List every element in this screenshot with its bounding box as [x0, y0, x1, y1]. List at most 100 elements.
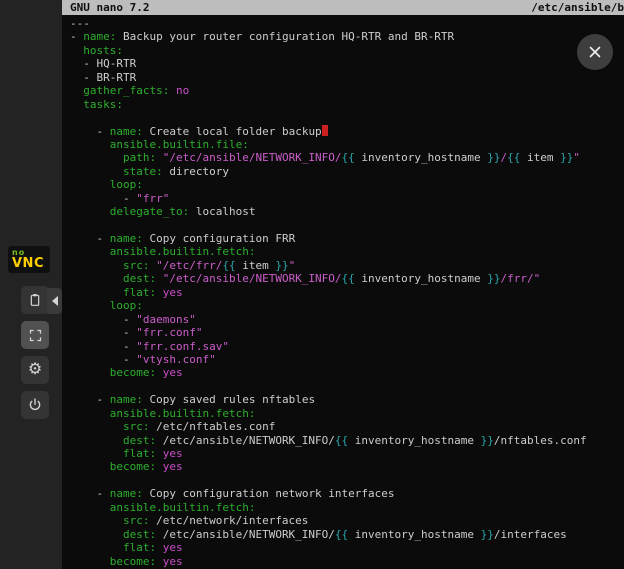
- editor-line[interactable]: - "frr.conf": [70, 326, 624, 339]
- code-token: [70, 501, 110, 514]
- editor-line[interactable]: - name: Create local folder backup: [70, 125, 624, 138]
- editor-line[interactable]: [70, 474, 624, 487]
- vnc-session: no VNC ⚙: [0, 0, 624, 569]
- code-token: -: [70, 487, 110, 500]
- code-token: [70, 528, 123, 541]
- settings-button[interactable]: ⚙: [21, 356, 49, 384]
- editor-line[interactable]: ansible.builtin.file:: [70, 138, 624, 151]
- editor-line[interactable]: src: /etc/network/interfaces: [70, 514, 624, 527]
- code-token: ---: [70, 17, 90, 30]
- editor-line[interactable]: - BR-RTR: [70, 71, 624, 84]
- code-token: }}: [487, 151, 500, 164]
- editor-line[interactable]: become: yes: [70, 555, 624, 568]
- code-token: [70, 286, 123, 299]
- code-token: [70, 259, 123, 272]
- editor-line[interactable]: ansible.builtin.fetch:: [70, 501, 624, 514]
- code-token: {{: [335, 528, 348, 541]
- editor-line[interactable]: [70, 111, 624, 124]
- clipboard-button[interactable]: [21, 286, 49, 314]
- code-token: /interfaces: [494, 528, 567, 541]
- editor-line[interactable]: - name: Copy configuration network inter…: [70, 487, 624, 500]
- code-token: {{: [342, 272, 355, 285]
- editor-line[interactable]: - name: Copy configuration FRR: [70, 232, 624, 245]
- code-token: yes: [163, 447, 183, 460]
- code-token: name:: [110, 393, 143, 406]
- power-button[interactable]: [21, 391, 49, 419]
- code-token: {{: [335, 434, 348, 447]
- editor-line[interactable]: flat: yes: [70, 286, 624, 299]
- code-token: "/etc/ansible/NETWORK_INFO/: [163, 151, 342, 164]
- clipboard-icon: [27, 292, 43, 308]
- editor-line[interactable]: - name: Copy saved rules nftables: [70, 393, 624, 406]
- code-token: [156, 366, 163, 379]
- code-token: ": [573, 151, 580, 164]
- code-token: name:: [83, 30, 116, 43]
- editor-line[interactable]: - "frr.conf.sav": [70, 340, 624, 353]
- nano-filename: /etc/ansible/b: [531, 0, 624, 15]
- close-button[interactable]: [577, 34, 613, 70]
- code-token: yes: [163, 541, 183, 554]
- editor-line[interactable]: - "daemons": [70, 313, 624, 326]
- editor-line[interactable]: ansible.builtin.fetch:: [70, 407, 624, 420]
- code-token: gather_facts:: [83, 84, 169, 97]
- editor-line[interactable]: become: yes: [70, 460, 624, 473]
- code-token: tasks:: [83, 98, 123, 111]
- editor-line[interactable]: dest: /etc/ansible/NETWORK_INFO/{{ inven…: [70, 528, 624, 541]
- code-token: [70, 272, 123, 285]
- editor-line[interactable]: gather_facts: no: [70, 84, 624, 97]
- code-token: [70, 84, 83, 97]
- editor-line[interactable]: - "frr": [70, 192, 624, 205]
- code-token: [156, 555, 163, 568]
- code-token: [156, 286, 163, 299]
- editor-line[interactable]: [70, 219, 624, 232]
- code-token: loop:: [110, 178, 143, 191]
- code-token: [70, 447, 123, 460]
- editor-line[interactable]: path: "/etc/ansible/NETWORK_INFO/{{ inve…: [70, 151, 624, 164]
- code-token: [156, 541, 163, 554]
- code-token: [70, 460, 110, 473]
- editor-line[interactable]: - HQ-RTR: [70, 57, 624, 70]
- code-token: ansible.builtin.fetch:: [110, 245, 256, 258]
- code-token: delegate_to:: [110, 205, 189, 218]
- code-token: become:: [110, 555, 156, 568]
- logo-text-vnc: VNC: [12, 257, 46, 270]
- editor-line[interactable]: - "vtysh.conf": [70, 353, 624, 366]
- editor-line[interactable]: delegate_to: localhost: [70, 205, 624, 218]
- editor-line[interactable]: dest: "/etc/ansible/NETWORK_INFO/{{ inve…: [70, 272, 624, 285]
- control-bar-handle[interactable]: [47, 288, 62, 314]
- editor-line[interactable]: - name: Backup your router configuration…: [70, 30, 624, 43]
- editor-line[interactable]: become: yes: [70, 366, 624, 379]
- code-token: path:: [123, 151, 156, 164]
- code-token: [70, 366, 110, 379]
- editor-line[interactable]: src: /etc/nftables.conf: [70, 420, 624, 433]
- editor-line[interactable]: loop:: [70, 178, 624, 191]
- code-token: "daemons": [136, 313, 196, 326]
- editor-line[interactable]: [70, 380, 624, 393]
- code-token: [70, 420, 123, 433]
- vnc-control-bar: no VNC ⚙: [0, 0, 62, 569]
- editor-line[interactable]: loop:: [70, 299, 624, 312]
- code-token: }}: [560, 151, 573, 164]
- code-token: -: [70, 232, 110, 245]
- terminal-window[interactable]: GNU nano 7.2 /etc/ansible/b ---- name: B…: [62, 0, 624, 569]
- fullscreen-button[interactable]: [21, 321, 49, 349]
- editor-line[interactable]: tasks:: [70, 98, 624, 111]
- code-token: hosts:: [83, 44, 123, 57]
- editor-line[interactable]: hosts:: [70, 44, 624, 57]
- code-token: [169, 84, 176, 97]
- editor-line[interactable]: src: "/etc/frr/{{ item }}": [70, 259, 624, 272]
- editor-line[interactable]: flat: yes: [70, 447, 624, 460]
- editor-line[interactable]: ---: [70, 17, 624, 30]
- code-token: -: [70, 192, 136, 205]
- editor-line[interactable]: state: directory: [70, 165, 624, 178]
- code-token: become:: [110, 366, 156, 379]
- editor-line[interactable]: flat: yes: [70, 541, 624, 554]
- code-token: [70, 434, 123, 447]
- editor-line[interactable]: dest: /etc/ansible/NETWORK_INFO/{{ inven…: [70, 434, 624, 447]
- editor-line[interactable]: ansible.builtin.fetch:: [70, 245, 624, 258]
- editor-lines[interactable]: ---- name: Backup your router configurat…: [62, 15, 624, 569]
- code-token: -: [70, 326, 136, 339]
- code-token: "frr.conf.sav": [136, 340, 229, 353]
- code-token: dest:: [123, 272, 156, 285]
- code-token: become:: [110, 460, 156, 473]
